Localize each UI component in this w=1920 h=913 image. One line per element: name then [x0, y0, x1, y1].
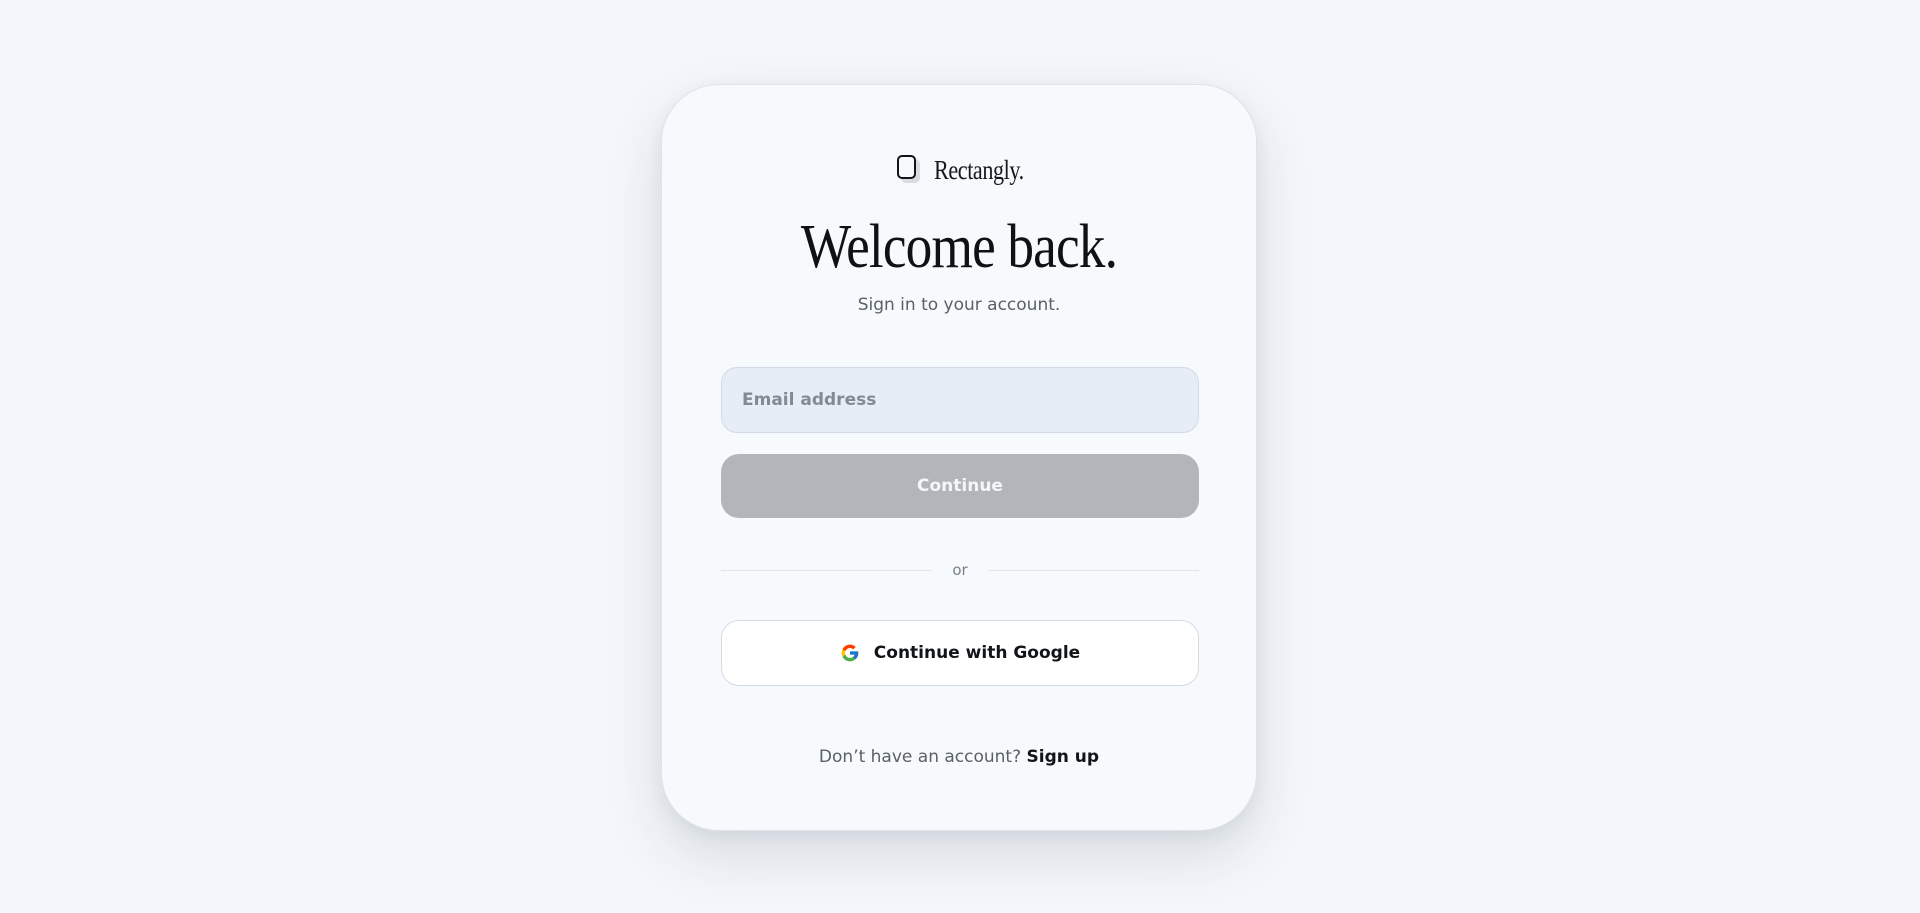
divider-label: or — [952, 561, 968, 579]
signup-row: Don’t have an account? Sign up — [662, 747, 1256, 767]
email-field[interactable] — [721, 367, 1199, 433]
google-icon — [840, 643, 860, 663]
divider-line-right — [987, 569, 1200, 571]
signup-prompt: Don’t have an account? — [818, 747, 1022, 767]
brand: Rectangly. — [662, 153, 1256, 187]
page-title: Welcome back. — [800, 213, 1118, 281]
sign-up-link[interactable]: Sign up — [1027, 747, 1100, 767]
divider-line-left — [721, 569, 933, 571]
continue-button[interactable]: Continue — [721, 454, 1199, 518]
or-divider: or — [721, 559, 1200, 581]
continue-with-google-button[interactable]: Continue with Google — [721, 620, 1199, 686]
google-button-label: Continue with Google — [873, 643, 1081, 663]
heading: Welcome back. — [662, 215, 1256, 281]
rectangle-logo-icon — [896, 154, 924, 186]
brand-name: Rectangly. — [934, 154, 1024, 185]
page-subtitle: Sign in to your account. — [857, 295, 1061, 315]
page: Rectangly. Welcome back. Sign in to your… — [0, 0, 1920, 913]
sign-in-card: Rectangly. Welcome back. Sign in to your… — [661, 84, 1257, 831]
